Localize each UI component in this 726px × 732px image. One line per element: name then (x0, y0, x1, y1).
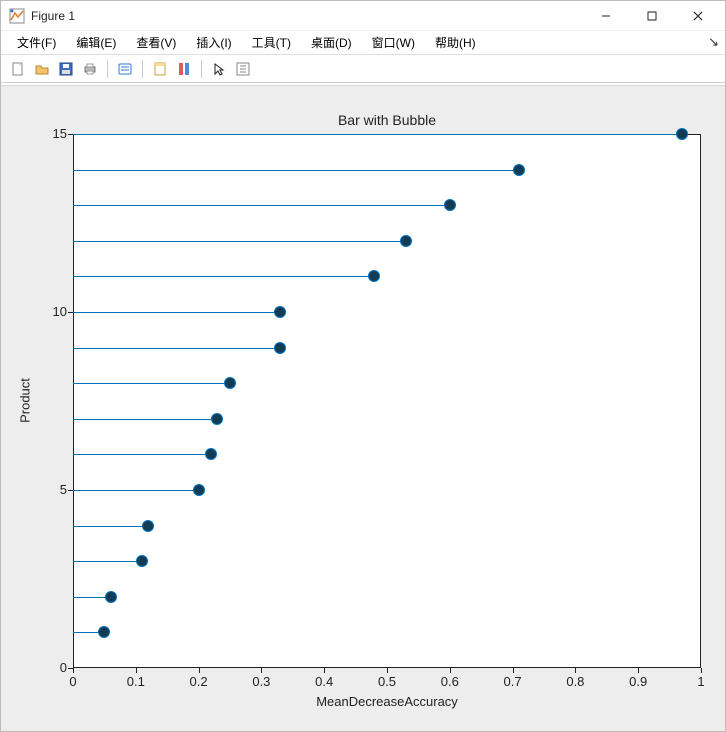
x-tick-label: 0.3 (249, 674, 273, 689)
chart-title: Bar with Bubble (73, 112, 701, 128)
bubble-marker (98, 626, 110, 638)
x-tick (73, 668, 74, 673)
window-title: Figure 1 (31, 9, 583, 23)
x-tick-label: 0.4 (312, 674, 336, 689)
bar-stem (73, 312, 280, 313)
x-tick-label: 1 (689, 674, 713, 689)
menu-help[interactable]: 帮助(H) (425, 32, 486, 53)
window-titlebar: Figure 1 (1, 1, 725, 31)
x-tick (701, 668, 702, 673)
bar-stem (73, 134, 682, 135)
bar-stem (73, 526, 148, 527)
bar-stem (73, 276, 374, 277)
bar-stem (73, 348, 280, 349)
x-tick-label: 0.5 (375, 674, 399, 689)
bar-stem (73, 170, 519, 171)
x-tick-label: 0 (61, 674, 85, 689)
datatip-icon[interactable] (149, 58, 171, 80)
y-axis-label: Product (18, 371, 33, 431)
window-buttons (583, 1, 721, 31)
x-tick-label: 0.2 (187, 674, 211, 689)
print-icon[interactable] (79, 58, 101, 80)
bubble-marker (224, 377, 236, 389)
bar-stem (73, 490, 199, 491)
x-tick-label: 0.7 (501, 674, 525, 689)
y-tick-label: 0 (43, 660, 67, 675)
menu-view[interactable]: 查看(V) (126, 32, 186, 53)
bar-stem (73, 241, 406, 242)
x-tick-label: 0.1 (124, 674, 148, 689)
link-icon[interactable] (114, 58, 136, 80)
bar-stem (73, 383, 230, 384)
x-tick-label: 0.9 (626, 674, 650, 689)
bubble-marker (205, 448, 217, 460)
menu-window[interactable]: 窗口(W) (362, 32, 425, 53)
menu-insert[interactable]: 插入(I) (186, 32, 241, 53)
bubble-marker (444, 199, 456, 211)
y-tick (68, 668, 73, 669)
toolbar-separator (201, 60, 202, 78)
bubble-marker (676, 128, 688, 140)
x-tick (136, 668, 137, 673)
x-tick (575, 668, 576, 673)
open-icon[interactable] (31, 58, 53, 80)
x-tick (199, 668, 200, 673)
bubble-marker (105, 591, 117, 603)
maximize-button[interactable] (629, 1, 675, 31)
toolbar-separator (107, 60, 108, 78)
menu-tools[interactable]: 工具(T) (242, 32, 301, 53)
save-icon[interactable] (55, 58, 77, 80)
menubar: 文件(F) 编辑(E) 查看(V) 插入(I) 工具(T) 桌面(D) 窗口(W… (1, 31, 725, 55)
undock-icon[interactable]: ↘ (708, 34, 719, 50)
x-tick (387, 668, 388, 673)
menu-desktop[interactable]: 桌面(D) (301, 32, 362, 53)
colorbar-icon[interactable] (173, 58, 195, 80)
y-tick-label: 15 (43, 126, 67, 141)
app-icon (9, 8, 25, 24)
minimize-button[interactable] (583, 1, 629, 31)
inspect-icon[interactable] (232, 58, 254, 80)
menu-edit[interactable]: 编辑(E) (66, 32, 126, 53)
bubble-marker (136, 555, 148, 567)
y-tick-label: 10 (43, 304, 67, 319)
menu-file[interactable]: 文件(F) (7, 32, 66, 53)
x-axis-label: MeanDecreaseAccuracy (73, 694, 701, 709)
bar-stem (73, 419, 217, 420)
new-figure-icon[interactable] (7, 58, 29, 80)
x-tick (261, 668, 262, 673)
bubble-marker (400, 235, 412, 247)
x-tick (513, 668, 514, 673)
pointer-icon[interactable] (208, 58, 230, 80)
close-button[interactable] (675, 1, 721, 31)
x-tick-label: 0.8 (563, 674, 587, 689)
bubble-marker (142, 520, 154, 532)
axes-box (73, 134, 701, 668)
bubble-marker (211, 413, 223, 425)
y-tick-label: 5 (43, 482, 67, 497)
x-tick (638, 668, 639, 673)
x-tick (450, 668, 451, 673)
x-tick-label: 0.6 (438, 674, 462, 689)
toolbar-separator (142, 60, 143, 78)
bar-stem (73, 205, 450, 206)
bubble-marker (274, 306, 286, 318)
bubble-marker (513, 164, 525, 176)
bubble-marker (368, 270, 380, 282)
toolbar (1, 55, 725, 83)
figure-canvas[interactable]: Bar with Bubble 0 0.1 0.2 0.3 0.4 0.5 0.6 0.7 0.8… (1, 85, 725, 731)
bar-stem (73, 561, 142, 562)
bubble-marker (274, 342, 286, 354)
x-tick (324, 668, 325, 673)
bar-stem (73, 454, 211, 455)
bubble-marker (193, 484, 205, 496)
